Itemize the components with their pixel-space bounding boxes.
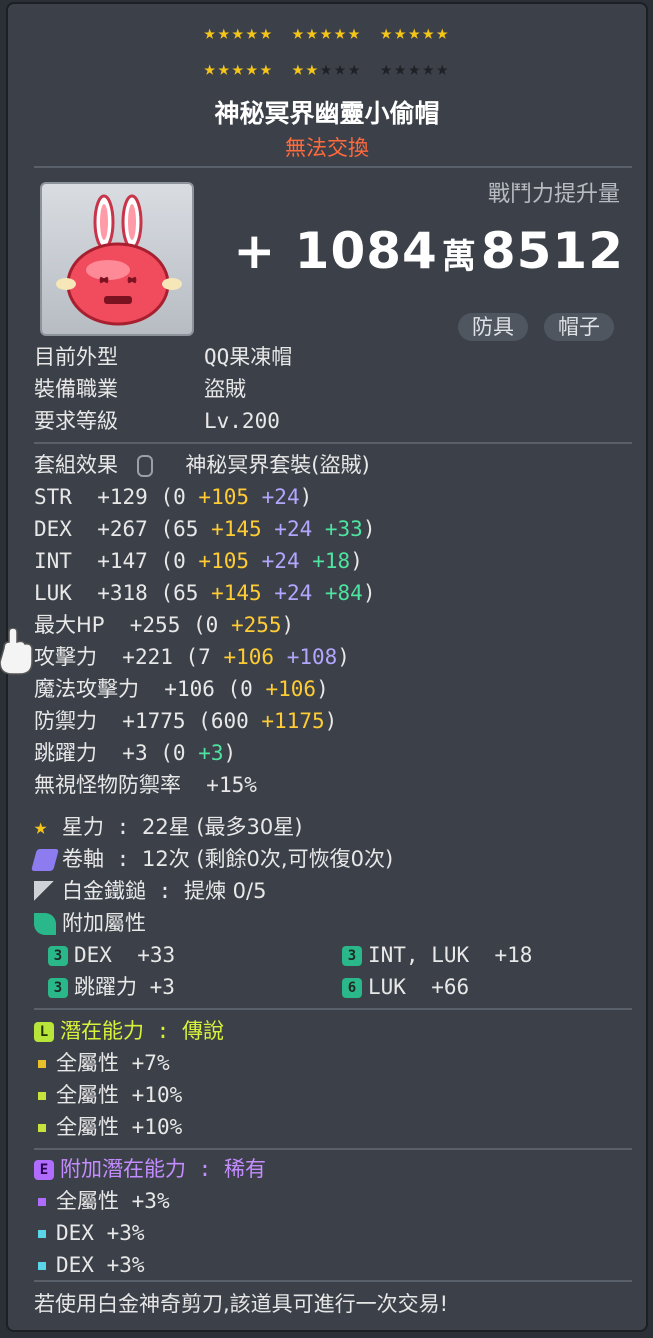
set-effect[interactable]: 套組效果 神秘冥界套裝(盜賊) [34, 450, 370, 480]
starforce-stars-row-1: ★★★★★ ★★★★★ ★★★★★ [203, 20, 451, 44]
category-tag-hat: 帽子 [544, 313, 614, 341]
stat-jump: 跳躍力 +3 (0 +3) [34, 741, 237, 765]
bonus-potential-line: 全屬性 +3% [34, 1186, 170, 1216]
item-icon-frame [40, 182, 194, 336]
category-tag-armor: 防具 [458, 313, 528, 341]
stat-attack: 攻擊力 +221 (7 +106 +108) [34, 645, 350, 669]
stat-magic-attack: 魔法攻擊力 +106 (0 +106) [34, 677, 329, 701]
divider [34, 1148, 632, 1150]
info-job: 裝備職業 盜賊 [34, 377, 246, 401]
epic-badge-icon: E [34, 1160, 54, 1180]
legendary-badge-icon: L [34, 1022, 54, 1042]
starforce-info: ★ 星力 : 22星 (最多30星) [34, 815, 303, 840]
trade-status: 無法交換 [285, 136, 369, 160]
stat-int: INT +147 (0 +105 +24 +18) [34, 549, 363, 573]
bonus-potential-line: DEX +3% [34, 1250, 145, 1280]
potential-line: 全屬性 +10% [34, 1112, 182, 1142]
stat-defense: 防禦力 +1775 (600 +1175) [34, 709, 338, 733]
bonus-potential-header: E 附加潛在能力 : 稀有 [34, 1154, 266, 1184]
hammer-info: 白金鐵鎚 : 提煉 0/5 [34, 876, 266, 906]
potential-header: L 潛在能力 : 傳說 [34, 1016, 224, 1046]
leaf-icon [34, 913, 56, 935]
stat-dex: DEX +267 (65 +145 +24 +33) [34, 517, 376, 541]
scroll-icon [31, 849, 59, 871]
flame-line: 3 INT, LUK +18 [342, 940, 532, 970]
footer-note: 若使用白金神奇剪刀,該道具可進行一次交易! [34, 1292, 449, 1316]
divider [34, 442, 632, 444]
starforce-stars-row-2: ★★★★★ ★★★★★ ★★★★★ [203, 56, 451, 80]
combat-power-value: + 1084 萬8512 [233, 222, 624, 280]
stat-max-hp: 最大HP +255 (0 +255) [34, 613, 295, 637]
info-level: 要求等級 Lv.200 [34, 409, 280, 433]
combat-power-label: 戰鬥力提升量 [487, 182, 620, 207]
potential-line: 全屬性 +7% [34, 1048, 170, 1078]
pink-jelly-bunny-hat-icon [56, 194, 182, 326]
stat-str: STR +129 (0 +105 +24) [34, 485, 313, 509]
scroll-info: 卷軸 : 12次 (剩餘0次,可恢復0次) [31, 844, 393, 874]
star-icon: ★ [34, 815, 48, 840]
info-appearance: 目前外型 QQ果凍帽 [34, 345, 293, 369]
flame-line: 3 跳躍力 +3 [48, 972, 175, 1002]
divider [34, 1280, 632, 1282]
flame-line: 3 DEX +33 [48, 940, 175, 970]
divider [34, 166, 632, 168]
bonus-potential-line: DEX +3% [34, 1218, 145, 1248]
item-tooltip: ★★★★★ ★★★★★ ★★★★★ ★★★★★ ★★★★★ ★★★★★ 神秘冥界幽靈小偷… [6, 2, 648, 1332]
stat-ignore-defense: 無視怪物防禦率 +15% [34, 773, 257, 797]
hand-cursor-icon [0, 628, 33, 675]
divider [34, 1008, 632, 1010]
flame-header: 附加屬性 [34, 908, 146, 938]
potential-line: 全屬性 +10% [34, 1080, 182, 1110]
stat-luk: LUK +318 (65 +145 +24 +84) [34, 581, 376, 605]
flame-line: 6 LUK +66 [342, 972, 469, 1002]
item-name: 神秘冥界幽靈小偷帽 [214, 99, 440, 128]
hammer-icon [34, 881, 56, 903]
mouse-icon [136, 455, 153, 477]
